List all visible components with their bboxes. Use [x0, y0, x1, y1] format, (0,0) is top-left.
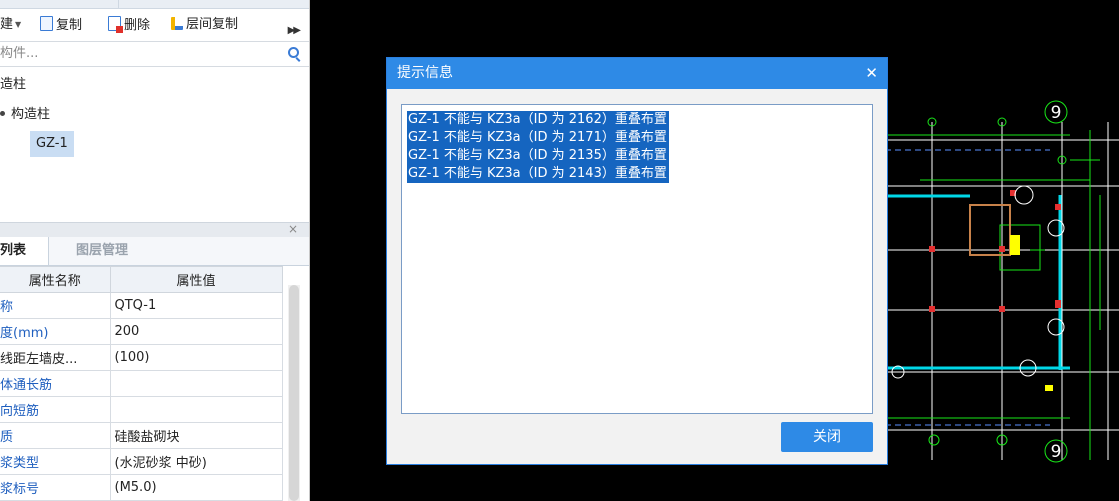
- dialog-titlebar[interactable]: 提示信息 ✕: [387, 58, 887, 89]
- message-line[interactable]: GZ-1 不能与 KZ3a（ID 为 2143）重叠布置: [407, 165, 669, 183]
- tab-label: 列表: [0, 243, 27, 258]
- table-row[interactable]: 浆类型 (水泥砂浆 中砂): [0, 448, 283, 475]
- delete-icon: [108, 16, 123, 33]
- property-value[interactable]: (M5.0): [110, 474, 283, 501]
- property-value[interactable]: 硅酸盐砌块: [110, 422, 283, 449]
- property-value[interactable]: (水泥砂浆 中砂): [110, 448, 283, 475]
- walls: [885, 194, 1070, 370]
- floor-copy-label: 层间复制: [186, 17, 239, 32]
- message-line[interactable]: GZ-1 不能与 KZ3a（ID 为 2135）重叠布置: [407, 147, 669, 165]
- property-name: 线距左墙皮...: [0, 344, 111, 371]
- property-name: 浆标号: [0, 474, 111, 501]
- table-row[interactable]: 线距左墙皮... (100): [0, 344, 283, 371]
- copy-button[interactable]: 复制: [40, 16, 82, 34]
- table-row[interactable]: 质硅酸盐砌块: [0, 422, 283, 449]
- property-name: 称: [0, 292, 111, 319]
- table-row[interactable]: 浆标号 (M5.0): [0, 474, 283, 501]
- table-header-row: 属性名称 属性值: [0, 266, 283, 293]
- floor-copy-button[interactable]: 层间复制: [171, 16, 238, 34]
- message-list: GZ-1 不能与 KZ3a（ID 为 2162）重叠布置 GZ-1 不能与 KZ…: [407, 111, 669, 183]
- close-icon[interactable]: ×: [288, 222, 298, 236]
- tab-layer-management[interactable]: 图层管理: [68, 237, 136, 265]
- property-table: 属性名称 属性值 称 QTQ-1 度(mm) 200 线距左墙皮... (100) 体…: [0, 266, 283, 501]
- table-row[interactable]: 体通长筋: [0, 370, 283, 397]
- component-toolbar: 建 ▼ 复制 删除 层间复制 ▶▶: [0, 9, 309, 41]
- annotation-lines: [885, 130, 1101, 460]
- property-name: 体通长筋: [0, 370, 111, 397]
- table-row[interactable]: 向短筋: [0, 396, 283, 423]
- table-row[interactable]: 度(mm) 200: [0, 318, 283, 345]
- dimension-lines: [885, 149, 1050, 426]
- tree-item-group[interactable]: 构造柱: [0, 104, 50, 126]
- delete-button[interactable]: 删除: [108, 16, 150, 34]
- property-tabs: 列表 图层管理: [0, 237, 309, 266]
- new-button[interactable]: 建 ▼: [0, 16, 21, 34]
- message-line[interactable]: GZ-1 不能与 KZ3a（ID 为 2162）重叠布置: [407, 111, 669, 129]
- tree-item-label: GZ-1: [36, 136, 68, 151]
- property-name: 浆类型: [0, 448, 111, 475]
- table-row[interactable]: 称 QTQ-1: [0, 292, 283, 319]
- prompt-dialog: 提示信息 ✕ GZ-1 不能与 KZ3a（ID 为 2162）重叠布置 GZ-1…: [386, 57, 888, 465]
- search-bar: [0, 41, 309, 67]
- chevron-down-icon[interactable]: ▼: [15, 20, 21, 29]
- delete-label: 删除: [124, 18, 151, 33]
- grid-lines: [885, 122, 1119, 460]
- property-value[interactable]: 200: [110, 318, 283, 345]
- property-value[interactable]: QTQ-1: [110, 292, 283, 319]
- property-value[interactable]: (100): [110, 344, 283, 371]
- scrollbar-thumb[interactable]: [289, 285, 299, 501]
- vertical-scrollbar[interactable]: [288, 285, 300, 501]
- property-name: 度(mm): [0, 318, 111, 345]
- more-icon[interactable]: ▶▶: [288, 25, 301, 36]
- top-tab-strip: [0, 0, 309, 9]
- tree-item-label: 造柱: [0, 77, 27, 92]
- property-value[interactable]: [110, 396, 283, 423]
- copy-label: 复制: [56, 18, 83, 33]
- search-icon[interactable]: [288, 47, 299, 58]
- property-value[interactable]: [110, 370, 283, 397]
- close-button[interactable]: 关闭: [781, 422, 873, 452]
- columns: [929, 190, 1061, 312]
- property-name: 质: [0, 422, 111, 449]
- column-header: 属性名称: [0, 266, 111, 293]
- close-icon[interactable]: ✕: [865, 58, 878, 89]
- expand-bullet-icon[interactable]: [0, 111, 5, 116]
- component-panel: 建▼ 复制 删除 层间复制 ▶▶ 造柱 构造柱 GZ-1 × 列表 图层管理: [0, 0, 310, 501]
- message-line[interactable]: GZ-1 不能与 KZ3a（ID 为 2171）重叠布置: [407, 129, 669, 147]
- message-box[interactable]: GZ-1 不能与 KZ3a（ID 为 2162）重叠布置 GZ-1 不能与 KZ…: [401, 104, 873, 414]
- panel-splitter[interactable]: ×: [0, 222, 309, 237]
- axis-label: 9: [1051, 103, 1062, 123]
- axis-bubbles: 9 9: [891, 100, 1068, 463]
- axis-label: 9: [1051, 442, 1062, 462]
- tab-property-list[interactable]: 列表: [0, 237, 49, 265]
- property-name: 向短筋: [0, 396, 111, 423]
- tree-item-root[interactable]: 造柱: [0, 74, 26, 96]
- copy-icon: [40, 16, 53, 31]
- floor-copy-icon: [171, 17, 183, 30]
- column-header: 属性值: [110, 266, 283, 293]
- tree-item-selected[interactable]: GZ-1: [30, 131, 74, 157]
- tab-label: 图层管理: [76, 243, 129, 258]
- search-input[interactable]: [0, 42, 270, 64]
- tree-item-label: 构造柱: [11, 107, 51, 122]
- new-label: 建: [0, 17, 14, 32]
- dialog-title: 提示信息: [397, 65, 453, 81]
